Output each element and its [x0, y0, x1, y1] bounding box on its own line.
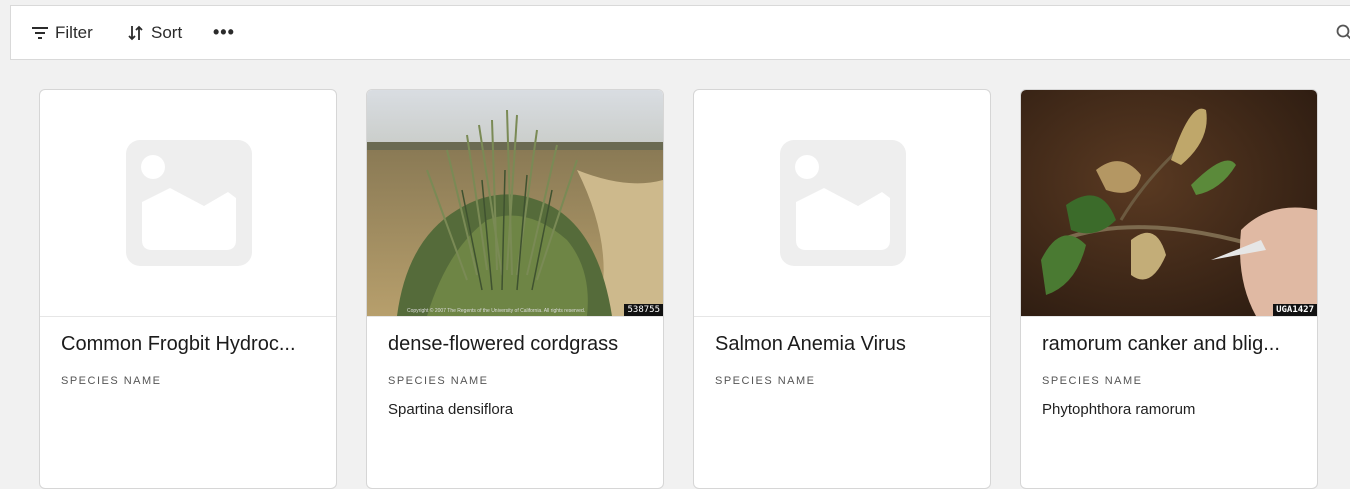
filter-label: Filter: [55, 22, 93, 42]
card-image: [694, 90, 990, 317]
card-image: [40, 90, 336, 317]
species-card[interactable]: Copyright © 2007 The Regents of the Univ…: [366, 89, 664, 489]
species-name-label: SPECIES NAME: [715, 375, 816, 387]
sort-label: Sort: [151, 22, 183, 42]
sort-icon: [128, 25, 143, 40]
card-title: Common Frogbit Hydroc...: [61, 333, 296, 355]
grass-photo: Copyright © 2007 The Regents of the Univ…: [367, 90, 663, 317]
search-icon: [1336, 24, 1350, 39]
card-title: Salmon Anemia Virus: [715, 333, 906, 355]
species-name-label: SPECIES NAME: [1042, 375, 1143, 387]
placeholder-image-icon: [126, 140, 252, 266]
species-name-value: Spartina densiflora: [388, 401, 514, 418]
photo-id: UGA1427: [1273, 304, 1317, 316]
more-icon: •••: [213, 22, 235, 42]
search-button[interactable]: [1336, 6, 1350, 59]
more-options-button[interactable]: •••: [213, 6, 235, 59]
photo-caption: Copyright © 2007 The Regents of the Univ…: [407, 307, 585, 314]
sort-button[interactable]: Sort: [128, 6, 182, 59]
toolbar: Filter Sort •••: [10, 5, 1350, 60]
species-card[interactable]: Salmon Anemia Virus SPECIES NAME: [693, 89, 991, 489]
species-name-label: SPECIES NAME: [61, 375, 162, 387]
placeholder-image-icon: [780, 140, 906, 266]
species-card[interactable]: UGA1427 ramorum canker and blig... SPECI…: [1020, 89, 1318, 489]
filter-icon: [32, 26, 48, 39]
species-name-label: SPECIES NAME: [388, 375, 489, 387]
photo-id: 538755: [624, 304, 663, 316]
species-card[interactable]: Common Frogbit Hydroc... SPECIES NAME: [39, 89, 337, 489]
leaf-photo: UGA1427: [1021, 90, 1317, 317]
card-title: dense-flowered cordgrass: [388, 333, 619, 355]
card-title: ramorum canker and blig...: [1042, 333, 1280, 355]
species-name-value: Phytophthora ramorum: [1042, 401, 1196, 418]
filter-button[interactable]: Filter: [32, 6, 93, 59]
